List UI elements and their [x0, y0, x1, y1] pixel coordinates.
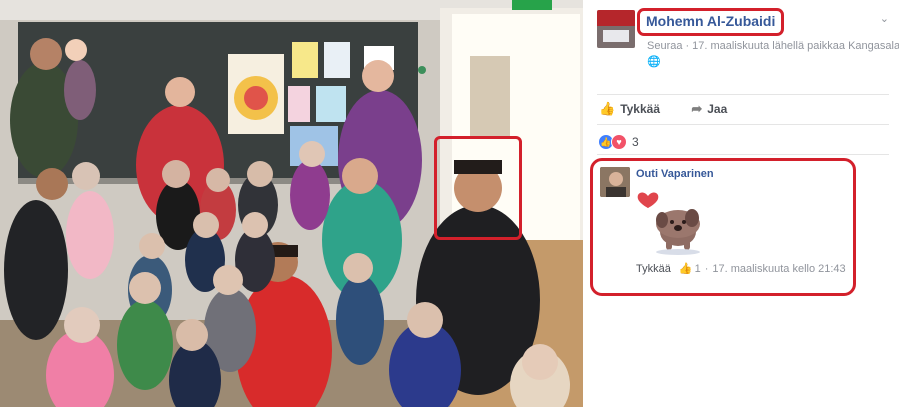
comment-avatar-image	[600, 167, 630, 197]
divider	[597, 124, 889, 125]
thumbs-up-icon: 👍	[599, 101, 616, 116]
reactions-summary[interactable]: 👍 ♥ 3	[598, 134, 639, 150]
highlight-box-author: Mohemn Al-Zubaidi	[637, 8, 785, 36]
follow-link[interactable]: Seuraa	[647, 40, 682, 52]
thumbs-up-icon: 👍	[678, 263, 693, 275]
group-photo	[0, 0, 583, 407]
share-button[interactable]: ➦ Jaa	[691, 101, 741, 117]
comment-like-button[interactable]: Tykkää	[636, 263, 671, 275]
divider	[597, 154, 889, 155]
chevron-down-icon[interactable]: ⌄	[880, 12, 889, 25]
avatar-image	[597, 10, 635, 48]
comment-footer: Tykkää 👍 1 · 17. maaliskuuta kello 21:43	[636, 262, 846, 276]
post-author[interactable]: Mohemn Al-Zubaidi	[646, 13, 775, 29]
post-actions: 👍 Tykkää ➦ Jaa	[599, 101, 755, 117]
share-arrow-icon: ➦	[691, 101, 703, 116]
comment-author[interactable]: Outi Vaparinen	[636, 168, 714, 180]
love-reaction-icon: ♥	[611, 134, 627, 150]
post-meta: Seuraa · 17. maaliskuuta lähellä paikkaa K…	[647, 40, 899, 52]
reaction-count: 3	[632, 135, 639, 149]
comment-like-count: 1	[694, 262, 701, 275]
divider	[597, 94, 889, 95]
like-button[interactable]: 👍 Tykkää	[599, 101, 674, 117]
share-label: Jaa	[707, 102, 728, 116]
post-header: Mohemn Al-Zubaidi ⌄ Seuraa · 17. maaliskuu…	[597, 8, 899, 68]
comment-avatar[interactable]	[600, 167, 630, 197]
highlight-box-photo	[434, 136, 522, 240]
globe-icon: 🌐	[647, 56, 661, 68]
comment-timestamp[interactable]: 17. maaliskuuta kello 21:43	[712, 263, 845, 275]
dog-love-sticker-icon	[634, 188, 714, 261]
post-date[interactable]: 17. maaliskuuta lähellä paikkaa Kangasal…	[692, 40, 899, 52]
like-label: Tykkää	[620, 102, 660, 116]
avatar[interactable]	[597, 10, 635, 48]
